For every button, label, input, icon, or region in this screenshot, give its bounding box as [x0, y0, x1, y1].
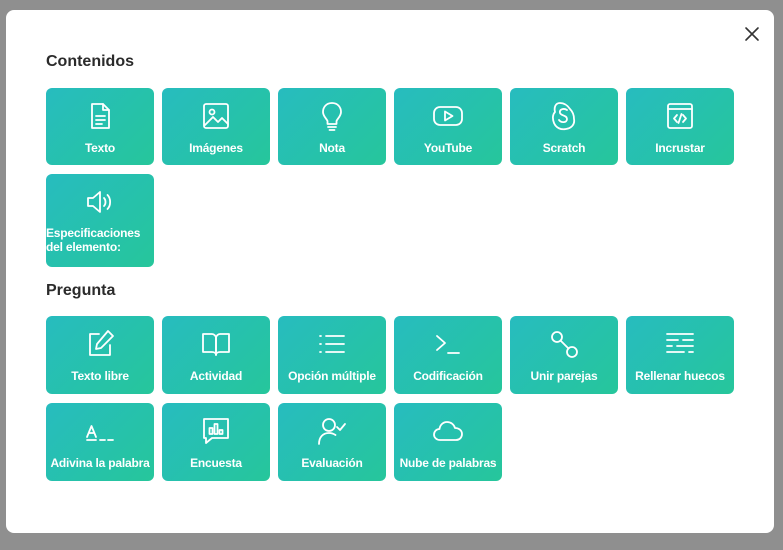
tile-label: Especificaciones del elemento: — [46, 226, 141, 254]
terminal-icon — [432, 328, 464, 360]
list-icon — [316, 328, 348, 360]
tile-youtube[interactable]: YouTube — [394, 88, 502, 165]
tile-texto[interactable]: Texto — [46, 88, 154, 165]
tile-label: Nota — [319, 141, 345, 155]
section-title-pregunta: Pregunta — [46, 282, 116, 299]
tile-label: Opción múltiple — [288, 369, 376, 383]
tile-label: Encuesta — [190, 456, 242, 470]
tile-actividad[interactable]: Actividad — [162, 316, 270, 394]
tile-rellenar-huecos[interactable]: Rellenar huecos — [626, 316, 734, 394]
edit-icon — [84, 328, 116, 360]
fill-gaps-icon — [664, 328, 696, 360]
connect-icon — [548, 328, 580, 360]
embed-code-icon — [664, 100, 696, 132]
guess-word-icon — [84, 415, 116, 447]
tile-adivina-palabra[interactable]: Adivina la palabra — [46, 403, 154, 481]
tile-label: Unir parejas — [530, 369, 598, 383]
tile-label: Texto — [84, 141, 116, 155]
tile-label: Incrustar — [655, 141, 705, 155]
user-check-icon — [316, 415, 348, 447]
tile-codificacion[interactable]: Codificación — [394, 316, 502, 394]
tile-evaluacion[interactable]: Evaluación — [278, 403, 386, 481]
poll-icon — [200, 415, 232, 447]
document-icon — [84, 100, 116, 132]
image-icon — [200, 100, 232, 132]
tile-label: Codificación — [413, 369, 483, 383]
tile-label: Texto libre — [71, 369, 129, 383]
tile-label: Imágenes — [189, 141, 243, 155]
add-content-modal: Contenidos Texto Imágenes Nota YouTube S… — [6, 10, 774, 533]
tile-unir-parejas[interactable]: Unir parejas — [510, 316, 618, 394]
youtube-icon — [432, 100, 464, 132]
book-icon — [200, 328, 232, 360]
tile-opcion-multiple[interactable]: Opción múltiple — [278, 316, 386, 394]
section-title-contenidos: Contenidos — [46, 53, 134, 70]
tile-label: Evaluación — [301, 456, 363, 470]
tile-label: Scratch — [542, 141, 586, 155]
lightbulb-icon — [316, 100, 348, 132]
tile-label: Adivina la palabra — [50, 456, 150, 470]
tile-nota[interactable]: Nota — [278, 88, 386, 165]
tile-nube-palabras[interactable]: Nube de palabras — [394, 403, 502, 481]
tile-label: Rellenar huecos — [635, 369, 725, 383]
tile-scratch[interactable]: Scratch — [510, 88, 618, 165]
tile-label: Nube de palabras — [399, 456, 497, 470]
tile-imagenes[interactable]: Imágenes — [162, 88, 270, 165]
cloud-icon — [432, 415, 464, 447]
tile-label: Actividad — [189, 369, 243, 383]
tile-incrustar[interactable]: Incrustar — [626, 88, 734, 165]
tile-label: YouTube — [423, 141, 473, 155]
tile-especificaciones[interactable]: Especificaciones del elemento: — [46, 174, 154, 267]
tile-encuesta[interactable]: Encuesta — [162, 403, 270, 481]
tile-texto-libre[interactable]: Texto libre — [46, 316, 154, 394]
speaker-icon — [84, 186, 116, 218]
close-icon[interactable] — [742, 24, 762, 44]
scratch-icon — [548, 100, 580, 132]
